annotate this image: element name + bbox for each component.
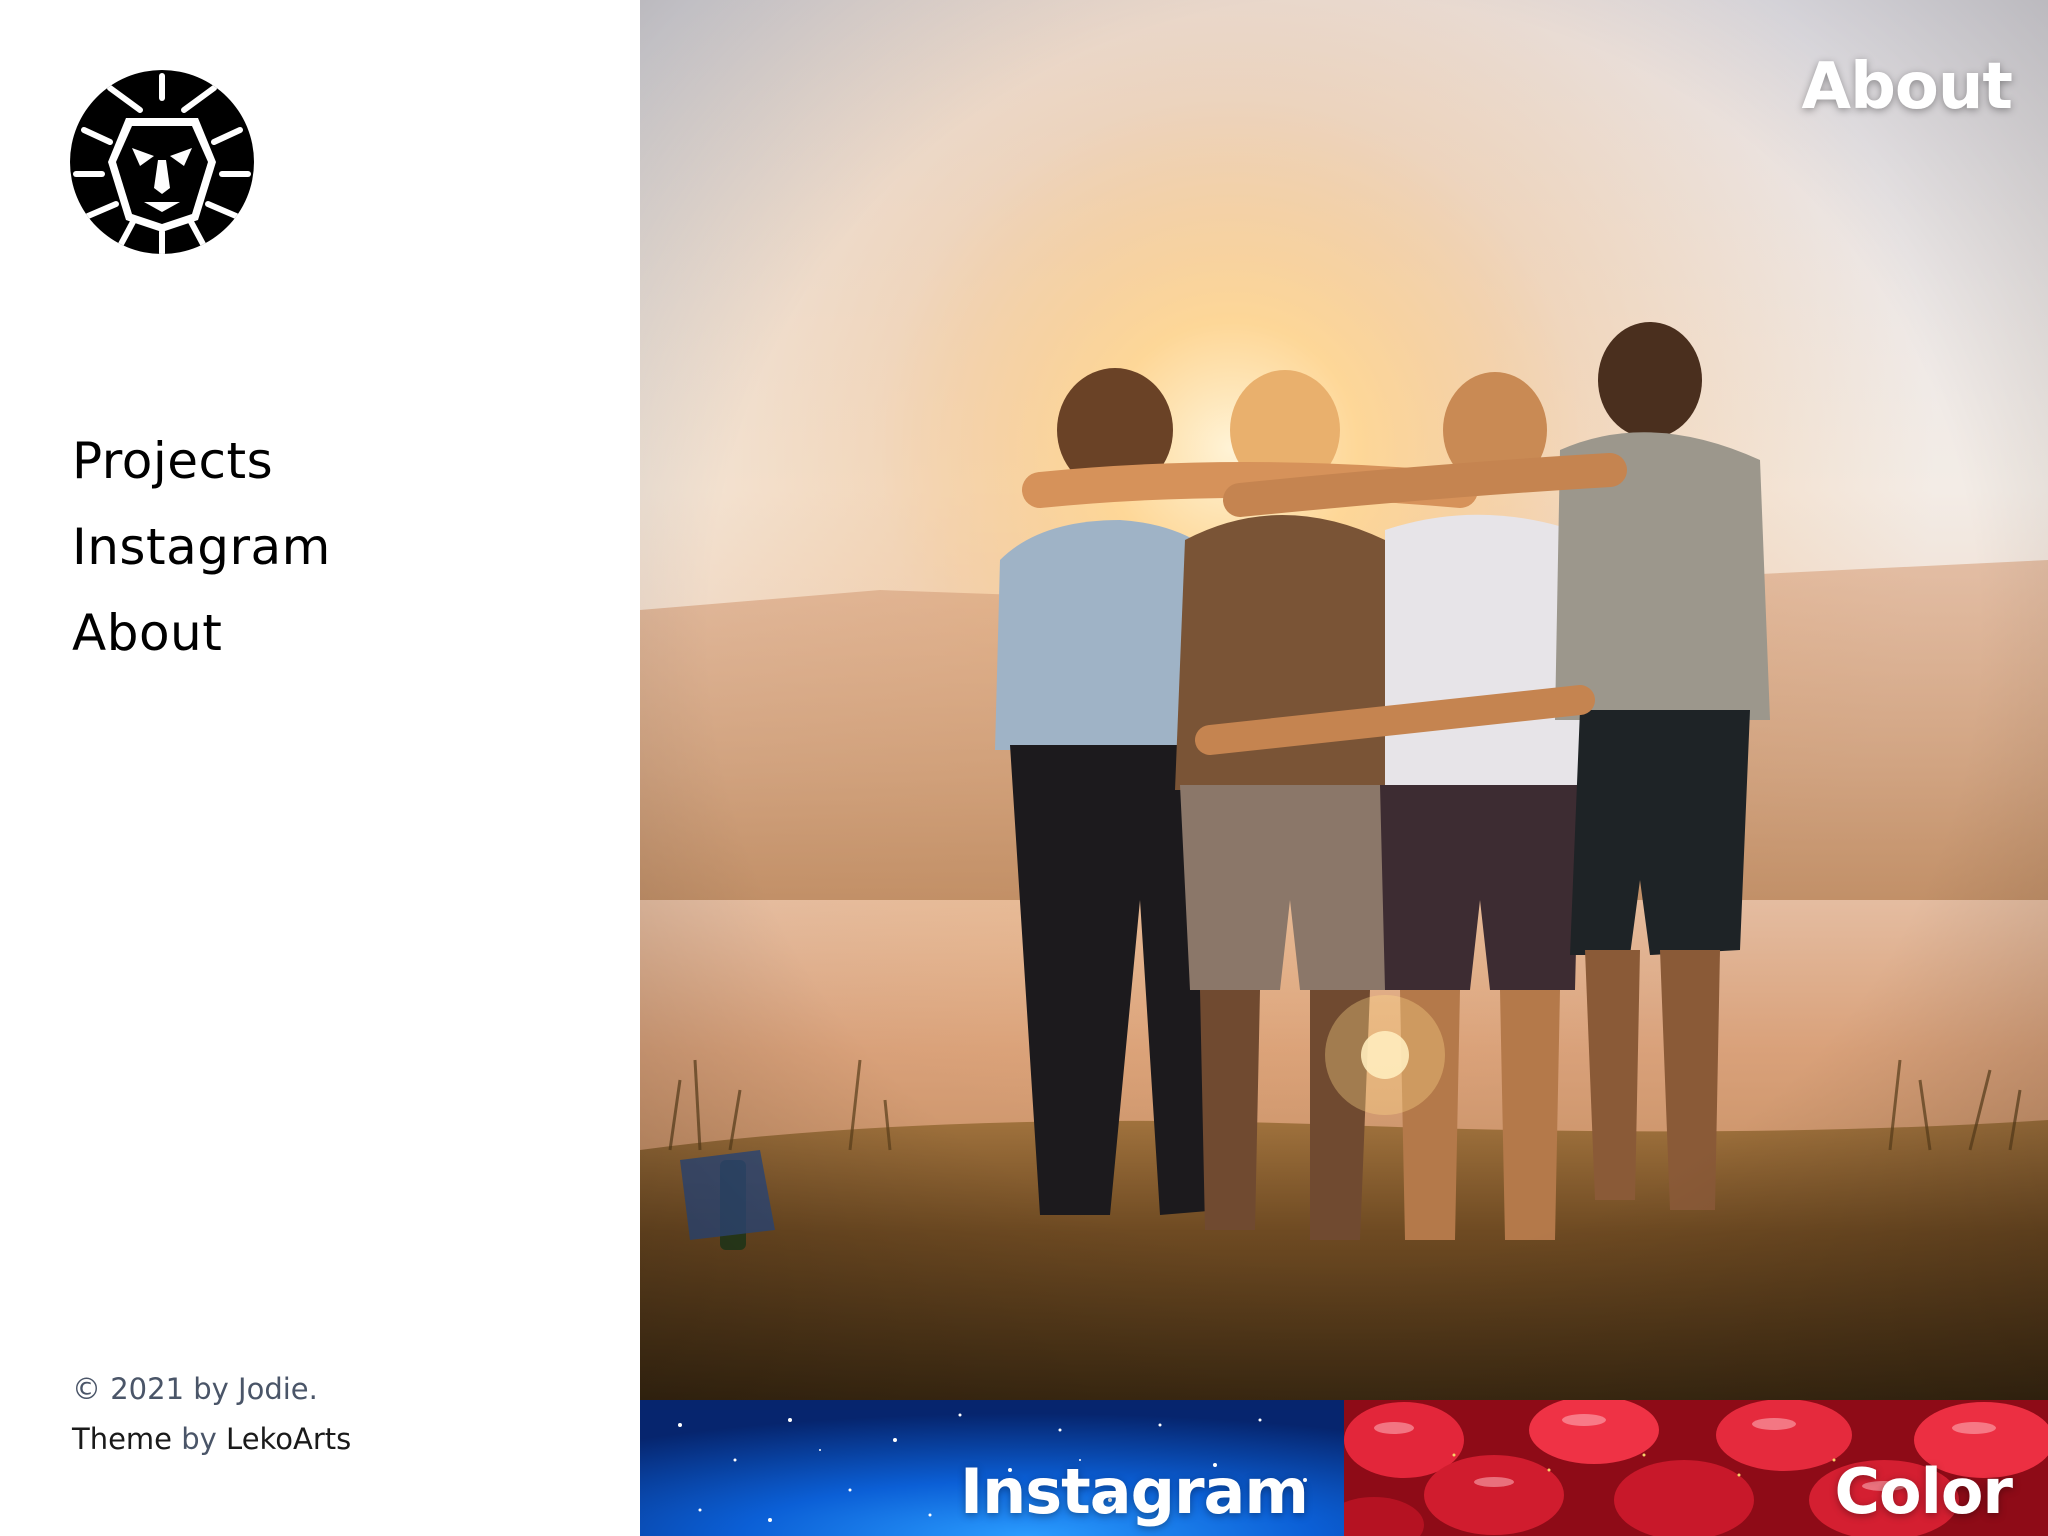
footer: © 2021 by Jodie. Theme by LekoArts: [72, 1364, 351, 1464]
theme-credit-by: by: [181, 1422, 217, 1456]
friends-sunset-photo: [640, 0, 2048, 1400]
about-tile[interactable]: About: [640, 0, 2048, 1400]
theme-credit: Theme by LekoArts: [72, 1414, 351, 1464]
color-tile[interactable]: Color: [1344, 1400, 2048, 1536]
nav-item-about: About: [72, 590, 331, 676]
about-tile-title: About: [1801, 50, 2013, 124]
lion-head-icon: [70, 70, 254, 254]
theme-author-link[interactable]: LekoArts: [226, 1422, 351, 1456]
copyright-text: © 2021 by Jodie.: [72, 1372, 318, 1406]
theme-credit-prefix: Theme: [72, 1422, 173, 1456]
main-nav: Projects Instagram About: [72, 418, 331, 676]
sidebar: Projects Instagram About © 2021 by Jodie…: [0, 0, 640, 1536]
page: Projects Instagram About © 2021 by Jodie…: [0, 0, 2048, 1536]
color-tile-title: Color: [1834, 1455, 2013, 1528]
nav-item-instagram: Instagram: [72, 504, 331, 590]
nav-item-projects: Projects: [72, 418, 331, 504]
nav-link-instagram[interactable]: Instagram: [72, 504, 331, 590]
nav-link-projects[interactable]: Projects: [72, 418, 331, 504]
instagram-tile[interactable]: Instagram: [640, 1400, 1344, 1536]
nav-link-about[interactable]: About: [72, 590, 331, 676]
instagram-tile-title: Instagram: [960, 1455, 1309, 1528]
